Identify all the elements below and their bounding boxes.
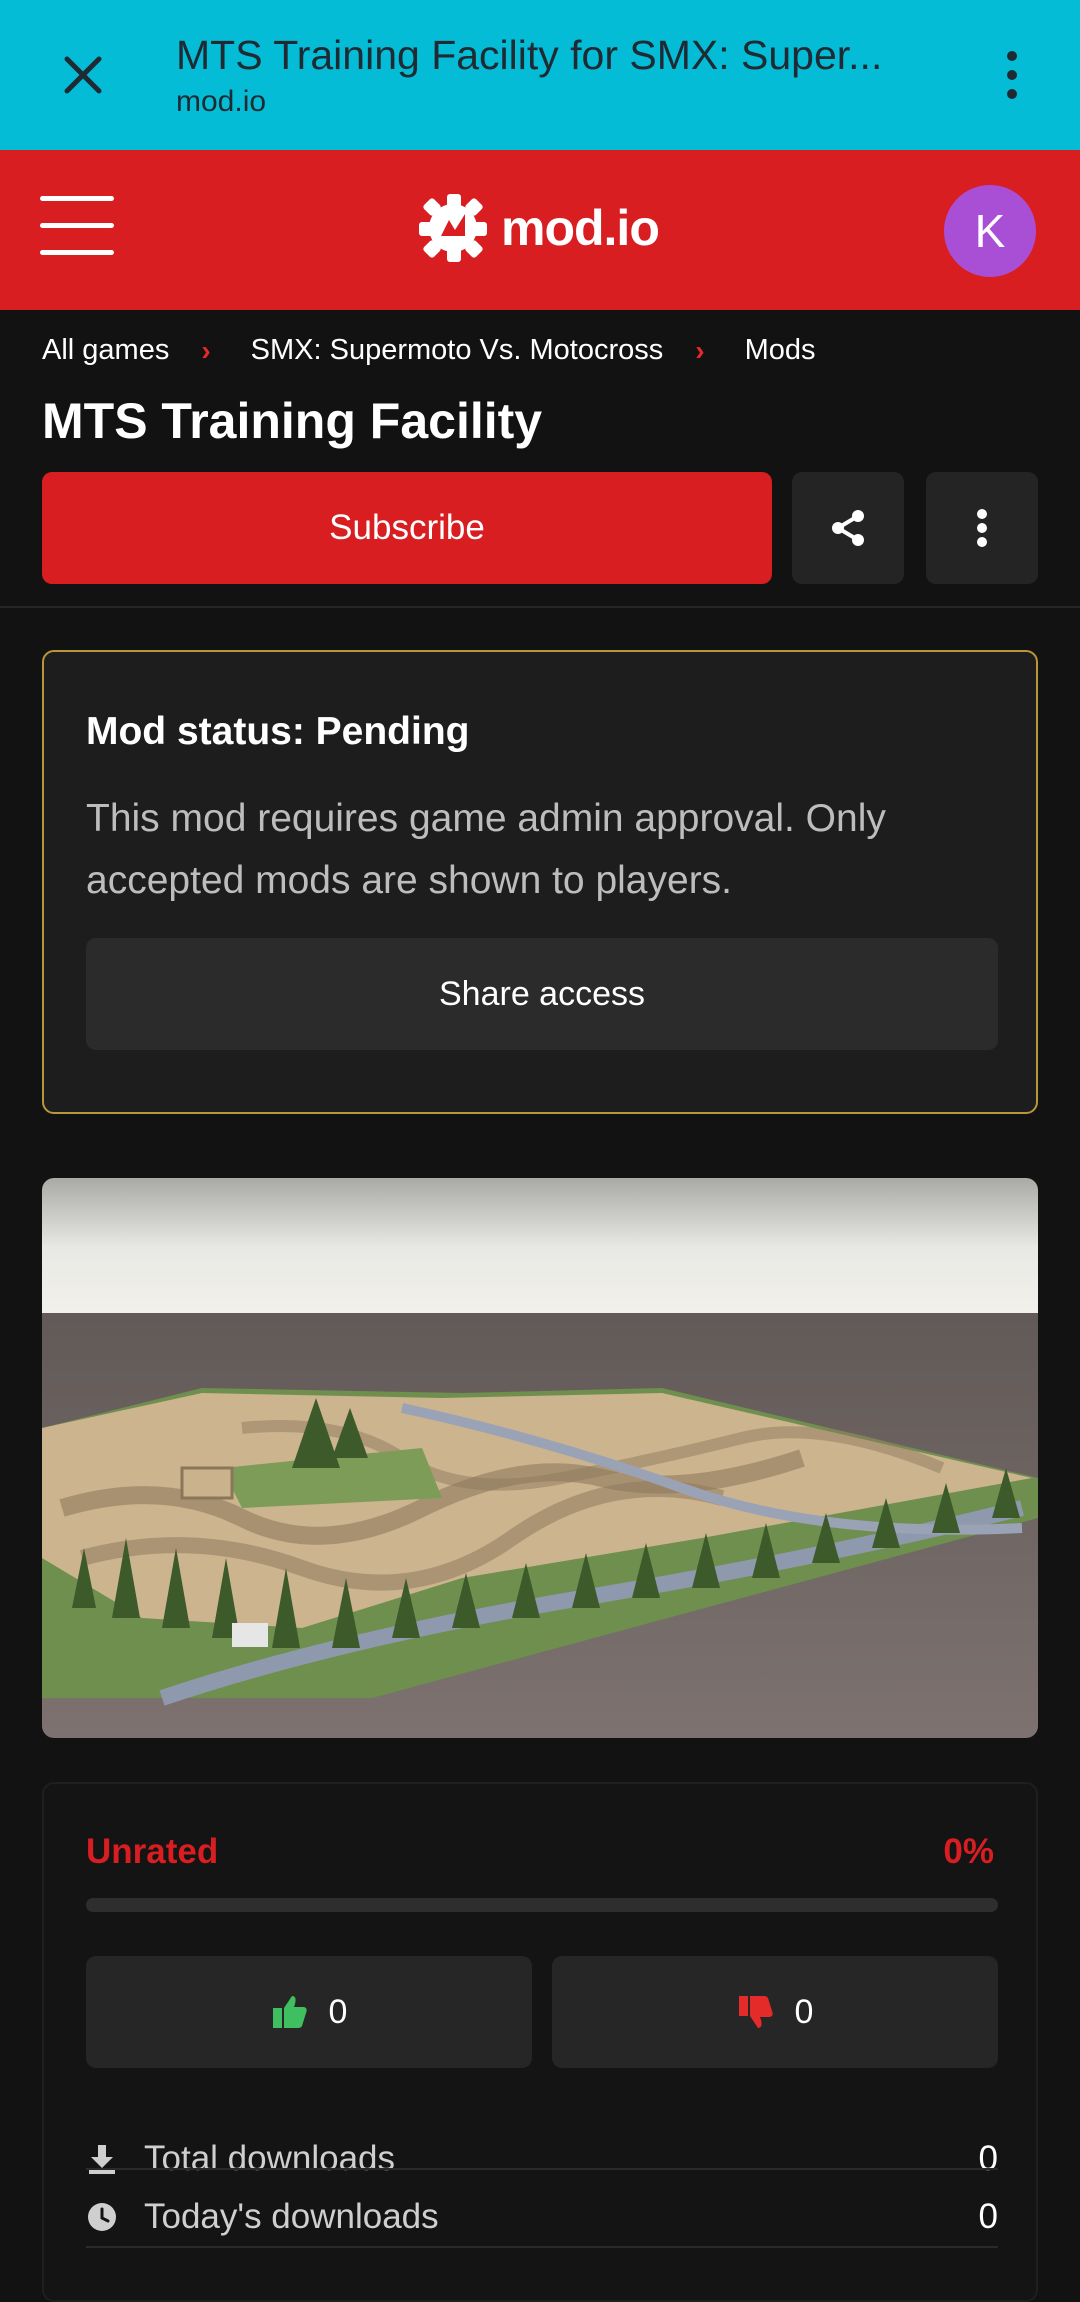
breadcrumb-all-games[interactable]: All games: [42, 334, 169, 367]
subscribe-button[interactable]: Subscribe: [42, 472, 772, 584]
downvote-count: 0: [794, 1992, 814, 2031]
chevron-right-icon: ›: [695, 334, 705, 366]
browser-toolbar: MTS Training Facility for SMX: Super... …: [0, 0, 1080, 150]
download-icon: [89, 2145, 115, 2174]
mod-status-title: Mod status: Pending: [86, 710, 470, 753]
vertical-dots-icon: [977, 509, 987, 547]
user-avatar[interactable]: K: [944, 185, 1036, 277]
mod-stats-card: Unrated 0% 0 0 Total downloads 0 Today's…: [42, 1782, 1038, 2302]
overflow-menu-icon[interactable]: [1004, 50, 1020, 100]
rating-bar: [86, 1898, 998, 1912]
downvote-button[interactable]: 0: [552, 1956, 998, 2068]
rating-percent: 0%: [943, 1832, 994, 1871]
mod-status-card: Mod status: Pending This mod requires ga…: [42, 650, 1038, 1114]
browser-page-title: MTS Training Facility for SMX: Super...: [176, 31, 883, 78]
breadcrumb-game[interactable]: SMX: Supermoto Vs. Motocross: [251, 334, 664, 367]
mod-preview-image[interactable]: [42, 1178, 1038, 1738]
site-header: mod.io K: [0, 150, 1080, 310]
breadcrumb: All games › SMX: Supermoto Vs. Motocross…: [42, 334, 816, 367]
share-icon: [832, 510, 864, 546]
thumbs-down-icon: [738, 1996, 773, 2028]
more-options-button[interactable]: [926, 472, 1038, 584]
mod-status-description: This mod requires game admin approval. O…: [86, 797, 886, 902]
stat-label: Total downloads: [144, 2139, 395, 2178]
stat-label: Today's downloads: [144, 2197, 439, 2236]
chevron-right-icon: ›: [201, 334, 211, 366]
close-icon[interactable]: [48, 40, 118, 110]
thumbs-up-icon: [272, 1996, 307, 2028]
stat-value: 0: [978, 2197, 998, 2236]
clock-icon: [88, 2203, 116, 2231]
breadcrumb-mods[interactable]: Mods: [745, 334, 816, 367]
upvote-count: 0: [328, 1992, 348, 2031]
modio-logo[interactable]: mod.io: [415, 190, 660, 266]
gear-logo-icon: [419, 194, 487, 262]
section-divider: [0, 606, 1080, 608]
row-divider: [86, 2168, 998, 2170]
row-divider: [86, 2246, 998, 2248]
logo-text: mod.io: [501, 200, 660, 256]
stat-value: 0: [978, 2139, 998, 2178]
share-button[interactable]: [792, 472, 904, 584]
stat-row-todays-downloads: Today's downloads 0: [86, 2178, 998, 2256]
page-title: MTS Training Facility: [42, 393, 543, 449]
upvote-button[interactable]: 0: [86, 1956, 532, 2068]
rating-label: Unrated: [86, 1832, 219, 1871]
share-access-button[interactable]: Share access: [86, 938, 998, 1050]
hamburger-menu-icon[interactable]: [40, 196, 114, 256]
browser-url: mod.io: [176, 84, 267, 118]
